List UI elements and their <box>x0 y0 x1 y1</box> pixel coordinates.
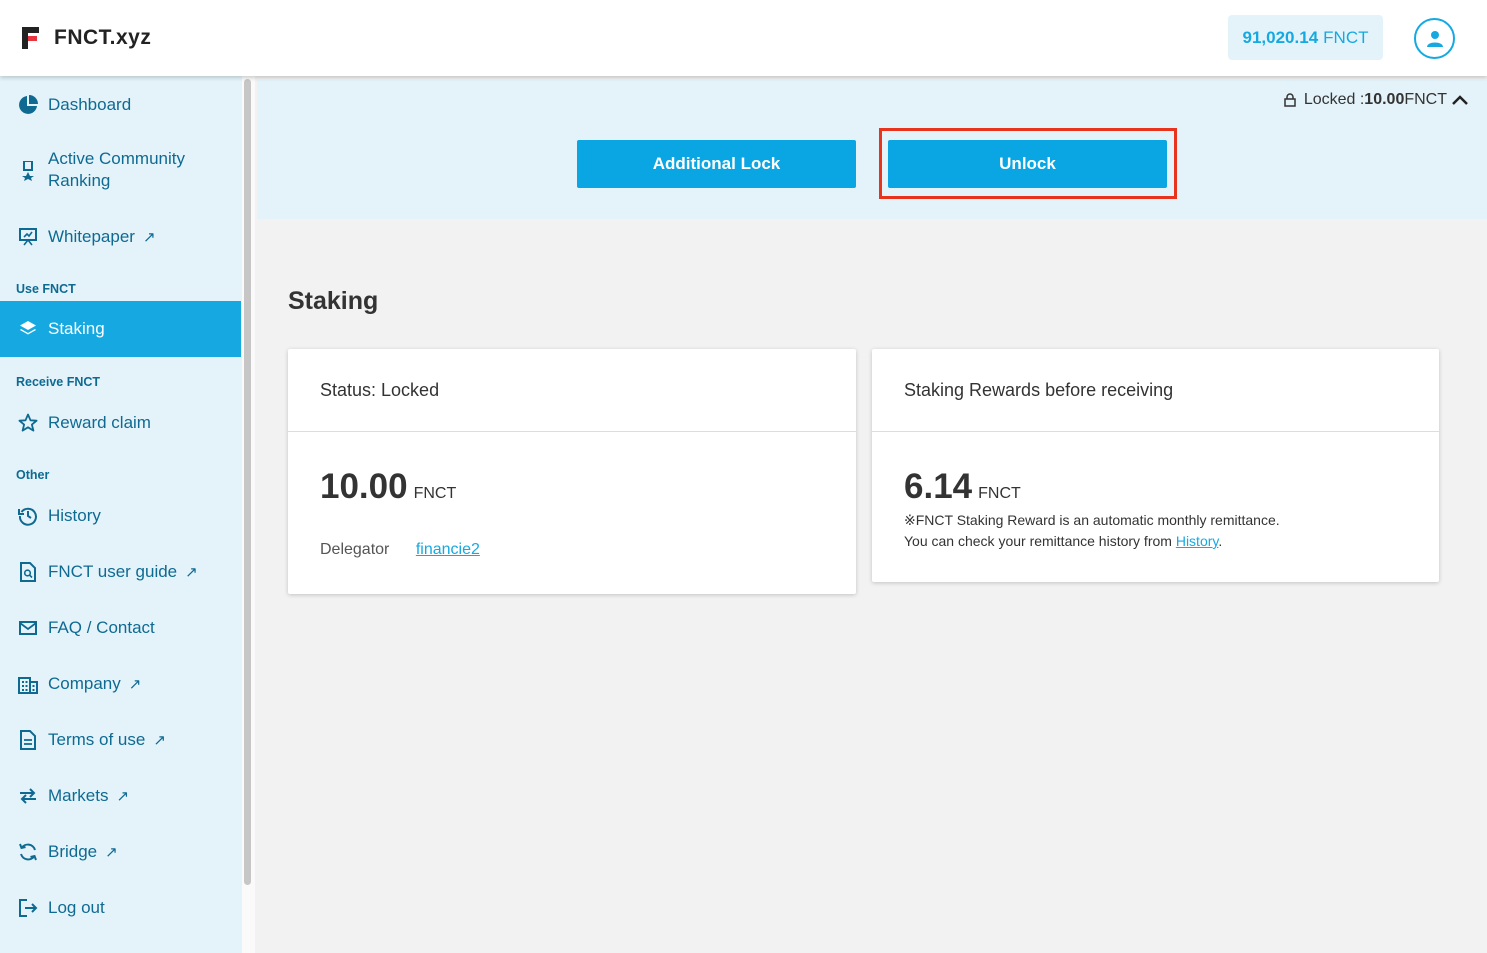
sidebar-item-faq-contact[interactable]: FAQ / Contact <box>0 616 241 640</box>
logo[interactable]: FNCT.xyz <box>22 26 151 50</box>
delegator-label: Delegator <box>320 541 390 558</box>
status-card-heading: Status: Locked <box>288 349 856 432</box>
balance-unit: FNCT <box>1323 27 1369 47</box>
sidebar-item-active-community-ranking[interactable]: Active Community Ranking <box>0 148 241 194</box>
sidebar-item-label: Active Community <box>48 149 185 168</box>
additional-lock-button[interactable]: Additional Lock <box>577 140 856 188</box>
rewards-note-line2: You can check your remittance history fr… <box>904 531 1280 552</box>
lock-icon <box>1284 93 1296 107</box>
external-link-icon: ↗ <box>105 843 118 861</box>
pie-chart-icon <box>18 95 38 115</box>
staked-amount: 10.00 FNCT <box>320 467 456 507</box>
sidebar-item-label: Whitepaper ↗ <box>48 226 156 249</box>
external-link-icon: ↗ <box>185 563 198 581</box>
sidebar-item-dashboard[interactable]: Dashboard <box>0 93 241 117</box>
top-header: FNCT.xyz 91,020.14 FNCT <box>0 0 1487 76</box>
refresh-icon <box>18 842 38 862</box>
lock-panel: Locked : 10.00 FNCT Additional Lock Unlo… <box>257 80 1487 219</box>
rewards-note-prefix: You can check your remittance history fr… <box>904 533 1176 549</box>
rewards-card-heading: Staking Rewards before receiving <box>872 349 1439 432</box>
page-title: Staking <box>288 287 379 315</box>
rewards-amount: 6.14 FNCT <box>904 467 1021 507</box>
staked-amount-value: 10.00 <box>320 467 408 506</box>
locked-summary[interactable]: Locked : 10.00 FNCT <box>1284 91 1469 109</box>
sidebar-item-text: Whitepaper <box>48 226 135 246</box>
sidebar-item-terms[interactable]: Terms of use ↗ <box>0 728 241 752</box>
sidebar-item-label: Staking <box>48 319 105 338</box>
logo-mark-icon <box>22 27 40 49</box>
locked-label: Locked : <box>1303 91 1365 108</box>
sidebar-item-label: Bridge ↗ <box>48 841 118 864</box>
rewards-card: Staking Rewards before receiving 6.14 FN… <box>872 349 1439 582</box>
sidebar-item-label: FNCT user guide ↗ <box>48 561 198 584</box>
section-label-receive: Receive FNCT <box>16 375 101 389</box>
rewards-amount-value: 6.14 <box>904 467 973 506</box>
rewards-note-suffix: . <box>1218 533 1223 549</box>
section-label-other: Other <box>16 468 50 482</box>
logo-text: FNCT.xyz <box>54 26 152 49</box>
balance-value: 91,020.14 <box>1242 27 1319 47</box>
layers-icon <box>18 319 38 339</box>
sidebar-item-text: Markets <box>48 785 109 805</box>
sidebar-item-label: Log out <box>48 898 105 917</box>
sidebar-item-logout[interactable]: Log out <box>0 896 241 920</box>
sidebar-item-label: Terms of use ↗ <box>48 729 166 752</box>
external-link-icon: ↗ <box>128 675 142 693</box>
sidebar-item-label: Ranking <box>48 171 111 190</box>
sidebar-item-user-guide[interactable]: FNCT user guide ↗ <box>0 560 241 584</box>
sidebar-item-label: Reward claim <box>48 413 151 432</box>
sidebar-item-text: Bridge <box>48 841 98 861</box>
sidebar-item-text: Terms of use <box>48 729 146 749</box>
document-search-icon <box>18 562 38 582</box>
medal-icon <box>18 161 38 181</box>
document-icon <box>18 730 38 750</box>
section-label-use: Use FNCT <box>16 282 76 296</box>
status-card: Status: Locked 10.00 FNCT Delegator fina… <box>288 349 856 594</box>
sidebar-item-label: History <box>48 506 101 525</box>
rewards-note-line1: ※FNCT Staking Reward is an automatic mon… <box>904 512 1280 528</box>
external-link-icon: ↗ <box>116 787 130 805</box>
history-link[interactable]: History <box>1176 533 1219 549</box>
sidebar-item-staking[interactable]: Staking <box>0 301 241 357</box>
external-link-icon: ↗ <box>142 228 156 246</box>
balance-badge[interactable]: 91,020.14 FNCT <box>1228 15 1383 60</box>
sidebar-item-reward-claim[interactable]: Reward claim <box>0 411 241 435</box>
sidebar-item-text: FNCT user guide <box>48 561 178 581</box>
sidebar-item-bridge[interactable]: Bridge ↗ <box>0 840 241 864</box>
star-icon <box>18 413 38 433</box>
rewards-amount-unit: FNCT <box>978 485 1021 502</box>
sidebar-item-markets[interactable]: Markets ↗ <box>0 784 241 808</box>
presentation-icon <box>18 227 38 247</box>
history-icon <box>18 506 38 526</box>
sidebar-item-label: FAQ / Contact <box>48 618 155 637</box>
mail-icon <box>18 618 38 638</box>
external-link-icon: ↗ <box>153 731 166 749</box>
sidebar-item-text: Company <box>48 673 121 693</box>
sidebar-item-label: Company ↗ <box>48 673 141 696</box>
locked-value: 10.00 <box>1364 91 1405 108</box>
sidebar-item-whitepaper[interactable]: Whitepaper ↗ <box>0 225 241 249</box>
sidebar-item-history[interactable]: History <box>0 504 241 528</box>
user-icon <box>1426 30 1443 47</box>
locked-unit: FNCT <box>1404 91 1447 108</box>
delegator-row: Delegator financie2 <box>320 541 480 559</box>
unlock-button[interactable]: Unlock <box>888 140 1167 188</box>
rewards-note: ※FNCT Staking Reward is an automatic mon… <box>904 510 1280 552</box>
account-button[interactable] <box>1414 18 1455 59</box>
chevron-up-icon[interactable] <box>1451 94 1469 106</box>
sidebar-item-label: Markets ↗ <box>48 785 129 808</box>
swap-icon <box>18 786 38 806</box>
sidebar-item-label: Dashboard <box>48 95 132 114</box>
logout-icon <box>18 898 38 918</box>
building-icon <box>18 674 38 694</box>
staked-amount-unit: FNCT <box>413 485 457 502</box>
sidebar-scrollbar[interactable] <box>244 79 251 885</box>
sidebar-item-company[interactable]: Company ↗ <box>0 672 241 696</box>
delegator-link[interactable]: financie2 <box>416 541 480 558</box>
